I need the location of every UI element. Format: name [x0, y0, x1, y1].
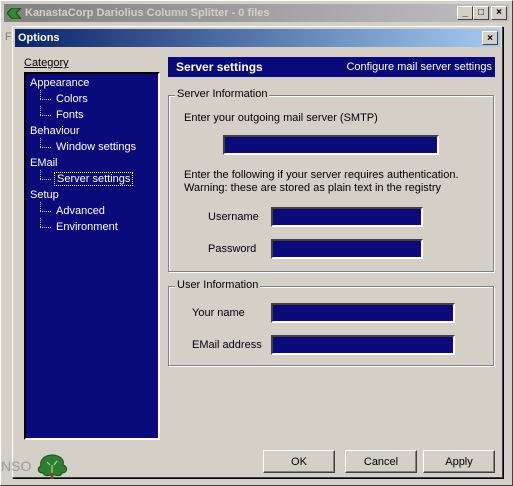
category-label: Category	[24, 57, 69, 69]
app-icon	[7, 7, 21, 19]
minimize-button[interactable]: _	[457, 6, 473, 20]
main-menu-letter: F	[5, 31, 12, 43]
username-input[interactable]	[271, 207, 423, 227]
auth-note-line1: Enter the following if your server requi…	[184, 169, 459, 181]
smtp-server-input[interactable]	[223, 135, 439, 155]
main-close-button[interactable]: ×	[491, 6, 507, 20]
email-address-input[interactable]	[271, 335, 455, 355]
tree-item-label: Environment	[56, 221, 118, 233]
tree-item-colors[interactable]: Colors	[26, 90, 158, 107]
tree-item-label: Appearance	[30, 77, 90, 89]
dialog-title: Options	[18, 32, 60, 44]
tree-item-window-settings[interactable]: Window settings	[26, 138, 158, 155]
smtp-prompt: Enter your outgoing mail server (SMTP)	[184, 112, 378, 124]
tree-item-advanced[interactable]: Advanced	[26, 202, 158, 219]
category-tree[interactable]: Appearance Colors Fonts Behaviour Window set…	[24, 72, 160, 440]
section-header: Server settings Configure mail server se…	[168, 57, 495, 77]
dialog-close-button[interactable]: ×	[482, 31, 498, 45]
password-input[interactable]	[271, 239, 423, 259]
tree-item-label: Server settings	[54, 172, 134, 186]
your-name-input[interactable]	[271, 303, 455, 323]
options-dialog: Options × Category Appearance Colors Fonts…	[1, 26, 503, 479]
tree-item-label: Window settings	[56, 141, 137, 153]
cancel-button[interactable]: Cancel	[345, 450, 417, 473]
tree-item-label: Behaviour	[30, 125, 80, 137]
tree-item-appearance[interactable]: Appearance	[26, 75, 158, 91]
server-information-legend: Server Information	[175, 88, 270, 100]
ok-button[interactable]: OK	[263, 450, 335, 473]
tree-item-label: Advanced	[56, 205, 105, 217]
tree-item-label: EMail	[30, 157, 58, 169]
auth-note-line2: Warning: these are stored as plain text …	[184, 182, 441, 194]
tree-item-email[interactable]: EMail	[26, 155, 158, 171]
tree-logo-icon	[38, 454, 68, 479]
email-address-label: EMail address	[192, 339, 262, 351]
tree-item-label: Setup	[30, 189, 59, 201]
tree-item-behaviour[interactable]: Behaviour	[26, 123, 158, 139]
tree-item-setup[interactable]: Setup	[26, 187, 158, 203]
logo-text: NSO	[1, 458, 32, 474]
maximize-button[interactable]: □	[473, 6, 489, 20]
password-label: Password	[208, 243, 257, 255]
tree-item-label: Fonts	[56, 109, 84, 121]
main-titlebar[interactable]: KanastaCorp Dariolius Column Splitter - …	[4, 4, 509, 22]
section-title: Server settings	[176, 60, 263, 74]
user-information-legend: User Information	[175, 279, 261, 291]
section-subtitle: Configure mail server settings	[346, 61, 492, 73]
tree-item-fonts[interactable]: Fonts	[26, 106, 158, 123]
dialog-titlebar[interactable]: Options ×	[15, 29, 500, 47]
tree-item-label: Colors	[56, 93, 88, 105]
logo-area: NSO	[1, 453, 69, 479]
your-name-label: Your name	[192, 307, 245, 319]
tree-item-server-settings[interactable]: Server settings	[26, 170, 158, 187]
apply-button[interactable]: Apply	[423, 450, 495, 473]
username-label: Username	[208, 211, 259, 223]
main-window-title: KanastaCorp Dariolius Column Splitter - …	[25, 7, 270, 19]
tree-item-environment[interactable]: Environment	[26, 218, 158, 235]
